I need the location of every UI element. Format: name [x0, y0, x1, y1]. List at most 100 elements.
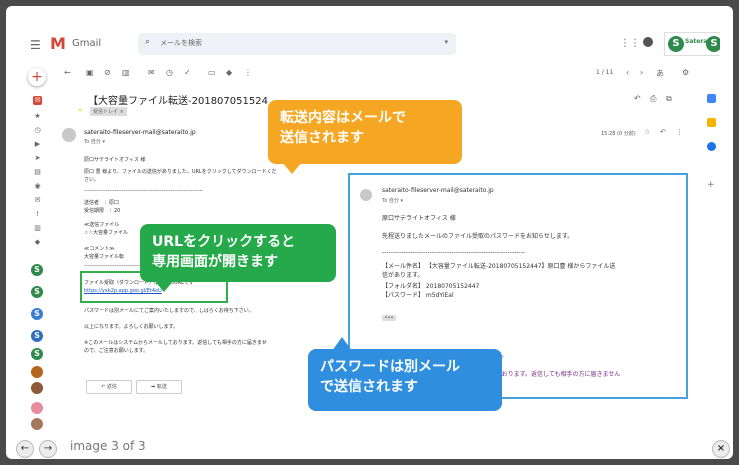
password-value: 【パスワード】 m5dYiEal [382, 292, 454, 299]
star-icon[interactable]: ★ [33, 112, 42, 121]
forward-button[interactable]: ➡ 転送 [136, 380, 182, 394]
apps-grid-icon[interactable]: ⋮⋮ [620, 38, 640, 49]
body-line: 送信者 ：原口 [84, 200, 120, 206]
image-caption: image 3 of 3 [70, 439, 146, 453]
password-mail-line: ----------------------------------------… [382, 249, 525, 256]
callout-text: パスワードは別メール で送信されます [320, 357, 460, 397]
callout-line: で送信されます [320, 379, 418, 395]
labels-icon[interactable]: ◆ [226, 68, 232, 77]
reply-button[interactable]: ↶ 返信 [86, 380, 132, 394]
mail-icon[interactable]: ✉ [33, 196, 42, 205]
search-bar[interactable]: ⌕ メールを検索 ▾ [138, 33, 456, 55]
sateraito-app-icon[interactable]: S [31, 264, 43, 276]
previous-image-button[interactable]: ← [16, 440, 34, 458]
drafts-icon[interactable]: ▤ [33, 168, 42, 177]
show-trimmed-content-button[interactable]: ••• [382, 315, 396, 321]
body-line: ≪送信ファイル [84, 222, 120, 228]
avatar[interactable] [31, 382, 43, 394]
sateraito-app-icon[interactable]: S [31, 286, 43, 298]
left-rail: + ✉ ★ ◷ ▶ ➤ ▤ ◉ ✉ ! ▥ ◆ S S S S S [20, 64, 50, 433]
mark-unread-icon[interactable]: ✉ [148, 68, 155, 77]
prev-icon[interactable]: ‹ [626, 68, 629, 77]
reply-all-icon[interactable]: ↶ [634, 94, 641, 103]
star-icon[interactable]: ☆ [644, 128, 650, 136]
settings-gear-icon[interactable]: ⚙ [682, 68, 689, 77]
delete-icon[interactable]: ▥ [122, 68, 130, 77]
spam-icon[interactable]: ⊘ [104, 68, 111, 77]
open-new-window-icon[interactable]: ⧉ [666, 94, 672, 104]
body-line: 大容量ファイル転 [84, 254, 125, 260]
more-options-icon[interactable]: ⋮ [676, 128, 683, 136]
screenshot: ☰ M Gmail ⌕ メールを検索 ▾ ⋮⋮ S Sateraito S + … [20, 28, 720, 433]
close-button[interactable]: × [712, 440, 730, 458]
password-mail-line: 原口サテライトオフィス 様 [382, 215, 456, 222]
alert-icon[interactable]: ! [33, 210, 42, 219]
callout-line: URLをクリックすると [152, 234, 296, 250]
mail-timestamp: 15:28 (0 分前) [601, 131, 636, 137]
callout-forward-content: 転送内容はメールで 送信されます [268, 100, 462, 164]
input-tools-label[interactable]: あ [656, 68, 664, 79]
snooze-icon[interactable]: ◷ [166, 68, 173, 77]
category-icon[interactable]: ◆ [33, 238, 42, 247]
body-line: 受信期限 ：20 [84, 208, 121, 214]
back-icon[interactable]: ← [64, 68, 71, 77]
email-subject: 【大容量ファイル転送-201807051524 [88, 96, 268, 107]
recipient[interactable]: To 自分 ▾ [84, 138, 105, 145]
move-icon[interactable]: ▭ [208, 68, 216, 77]
password-mail-recipient[interactable]: To 自分 ▾ [382, 197, 403, 204]
search-icon[interactable]: ⌕ [145, 37, 150, 47]
body-line: ので、ご注意お願いします。 [84, 348, 149, 354]
reply-icon[interactable]: ↶ [660, 128, 666, 136]
next-icon[interactable]: › [640, 68, 643, 77]
archive-icon[interactable]: ▣ [86, 68, 94, 77]
next-image-button[interactable]: → [39, 440, 57, 458]
avatar[interactable] [31, 418, 43, 430]
add-addon-icon[interactable]: + [707, 180, 715, 190]
send-icon[interactable]: ➤ [33, 154, 42, 163]
add-task-icon[interactable]: ✓ [184, 68, 191, 77]
reply-label: 返信 [106, 384, 117, 390]
password-mail-line: 先程送りましたメールのファイル受取のパスワードをお知らせします。 [382, 233, 574, 240]
tasks-icon[interactable] [707, 142, 716, 151]
sender-address: sateraito-fileserver-mail@sateraito.jp [84, 129, 196, 136]
download-url-link[interactable]: https://yxk2p.app.goo.gl/Et4oU [84, 288, 162, 294]
forward-label: 転送 [156, 384, 167, 390]
sender-avatar [360, 189, 372, 201]
password-mail-line: 信があります。 [382, 272, 424, 279]
trash-icon[interactable]: ▥ [33, 224, 42, 233]
body-line: 原口 豊 様より、ファイルの送信がありました。URLをクリックしてダウンロードく… [84, 169, 277, 175]
compose-button[interactable]: + [28, 68, 46, 86]
more-icon[interactable]: ⋮ [244, 68, 252, 77]
sateraito-app-icon[interactable]: S [31, 308, 43, 320]
password-mail-line: しております。返信しても相手の方に届きません [490, 371, 621, 378]
sateraito-app-icon[interactable]: S [31, 348, 43, 360]
label-icon[interactable]: ◉ [33, 182, 42, 191]
folder-name: 【フォルダ名】 20180705152447 [382, 283, 480, 290]
inbox-icon[interactable]: ✉ [33, 96, 42, 105]
callout-password-mail: パスワードは別メール で送信されます [308, 349, 502, 411]
brand-mark-right: S [706, 36, 720, 52]
inbox-label-chip[interactable]: 受信トレイ × [90, 107, 127, 116]
avatar[interactable] [31, 402, 43, 414]
password-mail-sender: sateraito-fileserver-mail@sateraito.jp [382, 187, 494, 194]
print-icon[interactable]: ⎙ [650, 94, 656, 104]
avatar[interactable] [31, 366, 43, 378]
clock-icon[interactable]: ◷ [33, 126, 42, 135]
importance-marker-icon[interactable]: » [78, 106, 82, 114]
callout-line: 専用画面が開きます [152, 254, 278, 270]
keep-icon[interactable] [707, 118, 716, 127]
lightbox: ☰ M Gmail ⌕ メールを検索 ▾ ⋮⋮ S Sateraito S + … [6, 6, 733, 459]
account-icon[interactable] [643, 37, 653, 47]
search-options-icon[interactable]: ▾ [444, 38, 448, 46]
brand-logo: S Sateraito S [664, 32, 720, 56]
sender-avatar [62, 128, 76, 142]
app-name: Gmail [72, 38, 102, 49]
menu-icon[interactable]: ☰ [30, 38, 41, 52]
important-icon[interactable]: ▶ [33, 140, 42, 149]
gmail-logo[interactable]: M [50, 34, 66, 53]
calendar-icon[interactable] [707, 94, 716, 103]
callout-pointer [154, 280, 174, 292]
callout-pointer [332, 337, 352, 351]
brand-mark-left: S [668, 36, 684, 52]
sateraito-app-icon[interactable]: S [31, 330, 43, 342]
